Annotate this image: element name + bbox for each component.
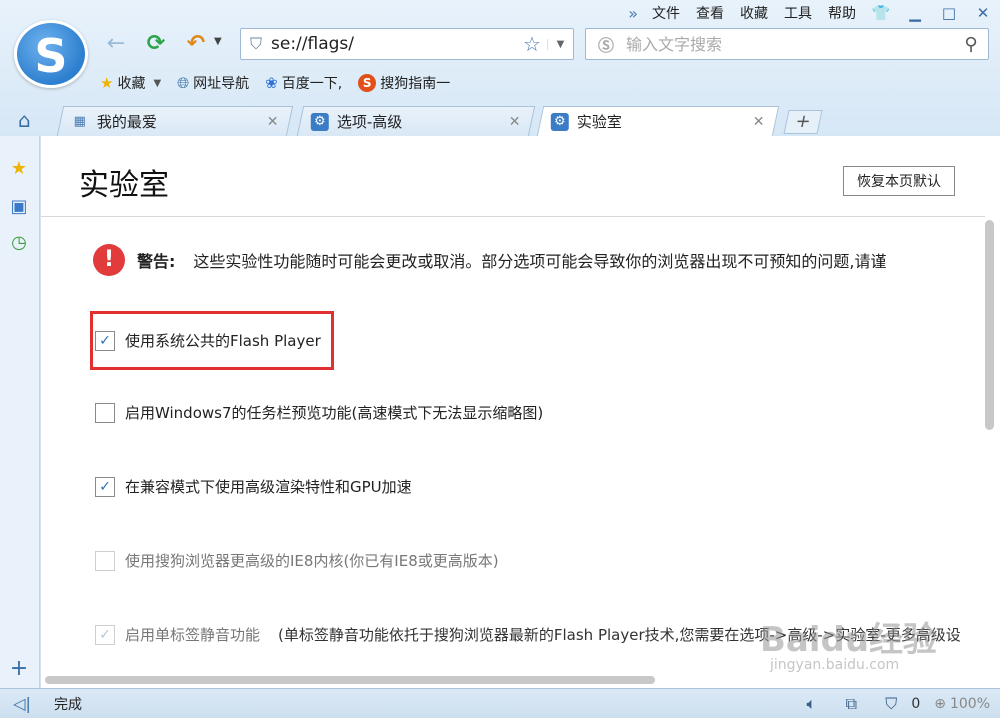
collapse-sidebar-icon[interactable]: ◁| xyxy=(0,694,44,713)
address-bar[interactable]: ⛉ se://flags/ ☆ ▼ xyxy=(240,28,574,60)
sogou-icon: S xyxy=(358,74,377,92)
checkbox[interactable] xyxy=(95,476,115,497)
divider xyxy=(41,216,985,217)
horizontal-scrollbar[interactable] xyxy=(45,676,655,684)
gear-icon: ⚙ xyxy=(310,112,329,131)
option-label: 启用Windows7的任务栏预览功能(高速模式下无法显示缩略图) xyxy=(125,404,544,422)
tab-label: 我的最爱 xyxy=(96,113,157,131)
checkbox xyxy=(95,624,115,645)
tab-favorites[interactable]: ▦ 我的最爱 ✕ xyxy=(56,106,294,136)
maximize-icon[interactable]: □ xyxy=(932,4,966,22)
address-dropdown-icon[interactable]: ▼ xyxy=(547,38,573,50)
search-icon[interactable]: ⚲ xyxy=(954,34,988,55)
bookmark-label: 网址导航 xyxy=(193,76,250,92)
toolbox-icon[interactable]: ⧉ xyxy=(831,694,871,714)
menu-tools[interactable]: 工具 xyxy=(776,3,820,23)
history-clock-icon[interactable]: ◷ xyxy=(8,232,30,254)
close-icon[interactable]: ✕ xyxy=(753,114,765,130)
bookmark-label: 收藏 xyxy=(117,76,146,92)
reset-defaults-button[interactable]: 恢复本页默认 xyxy=(843,166,955,196)
zoom-level: 100% xyxy=(949,695,990,712)
baidu-paw-icon: ❀ xyxy=(265,74,278,92)
bookmark-label: 搜狗指南一 xyxy=(380,76,451,92)
add-sidebar-icon[interactable]: + xyxy=(8,658,30,680)
grid-icon: ▦ xyxy=(73,113,87,129)
star-icon: ★ xyxy=(100,74,114,92)
warning-banner: ! 警告: 这些实验性功能随时可能会更改或取消。部分选项可能会导致你的浏览器出现… xyxy=(93,244,887,276)
menubar: » 文件 查看 收藏 工具 帮助 👕 ▁ □ ✕ xyxy=(622,0,1000,26)
skin-icon[interactable]: 👕 xyxy=(864,4,898,22)
close-icon[interactable]: ✕ xyxy=(966,4,1000,22)
globe-icon: 🌐︎ xyxy=(177,74,190,92)
status-tools: 🔈︎ ⧉ ⛉ 0 ⊕ 100% xyxy=(791,694,1000,714)
star-icon[interactable]: ☆ xyxy=(517,32,547,56)
menu-help[interactable]: 帮助 xyxy=(820,3,864,23)
close-icon[interactable]: ✕ xyxy=(267,114,279,130)
warning-label: 警告: xyxy=(137,252,176,271)
bookmark-nav[interactable]: 🌐︎ 网址导航 xyxy=(177,73,249,93)
status-bar: ◁| 完成 🔈︎ ⧉ ⛉ 0 ⊕ 100% xyxy=(0,688,1000,718)
speaker-icon[interactable]: 🔈︎ xyxy=(791,694,831,714)
sidebar: ★ ▣ ◷ + xyxy=(0,136,40,688)
browser-chrome: S » 文件 查看 收藏 工具 帮助 👕 ▁ □ ✕ ← ⟳ ↶ ▼ ⛉ se:… xyxy=(0,0,1000,136)
option-gpu-acceleration[interactable]: 在兼容模式下使用高级渲染特性和GPU加速 xyxy=(95,476,412,497)
menu-view[interactable]: 查看 xyxy=(688,3,732,23)
new-tab-button[interactable]: + xyxy=(783,110,823,134)
back-arrow-icon[interactable]: ← xyxy=(102,30,130,58)
checkbox[interactable] xyxy=(95,402,115,423)
bookmark-label: 百度一下, xyxy=(281,76,343,92)
warning-icon: ! xyxy=(93,244,125,276)
tablet-icon[interactable]: ▣ xyxy=(8,196,30,218)
ad-block-icon[interactable]: ⛉ xyxy=(871,694,911,714)
home-icon[interactable]: ⌂ xyxy=(18,108,31,132)
bookmark-favorites[interactable]: ★ 收藏 xyxy=(100,73,145,93)
tab-strip: ⌂ ▦ 我的最爱 ✕ ⚙ 选项-高级 ✕ ⚙ 实验室 ✕ + xyxy=(0,104,1000,136)
page-content: 实验室 恢复本页默认 ! 警告: 这些实验性功能随时可能会更改或取消。部分选项可… xyxy=(41,136,1000,688)
tab-label: 实验室 xyxy=(576,113,622,131)
favorites-star-icon[interactable]: ★ xyxy=(8,158,30,180)
option-label: 启用单标签静音功能 xyxy=(125,626,261,644)
bookmark-sogou-guide[interactable]: S 搜狗指南一 xyxy=(358,73,450,93)
option-ie8-kernel: 使用搜狗浏览器更高级的IE8内核(你已有IE8或更高版本) xyxy=(95,550,499,571)
zoom-control[interactable]: ⊕ 100% xyxy=(934,696,990,712)
gear-icon: ⚙ xyxy=(550,112,569,131)
minimize-icon[interactable]: ▁ xyxy=(898,4,932,22)
status-text: 完成 xyxy=(54,696,82,713)
undo-dropdown-icon[interactable]: ▼ xyxy=(214,36,222,47)
tab-options-advanced[interactable]: ⚙ 选项-高级 ✕ xyxy=(296,106,536,136)
tab-label: 选项-高级 xyxy=(336,113,403,131)
page-title: 实验室 xyxy=(79,168,169,203)
vertical-scrollbar[interactable] xyxy=(985,220,994,430)
favorites-dropdown-icon[interactable]: ▼ xyxy=(153,78,161,89)
refresh-icon[interactable]: ⟳ xyxy=(142,30,170,58)
tab-lab[interactable]: ⚙ 实验室 ✕ xyxy=(536,106,780,136)
sogou-browser-logo[interactable]: S xyxy=(14,20,88,88)
ad-block-count: 0 xyxy=(911,695,921,712)
search-input[interactable] xyxy=(626,34,954,54)
bookmark-baidu[interactable]: ❀ 百度一下, xyxy=(265,73,342,93)
checkbox xyxy=(95,550,115,571)
menu-file[interactable]: 文件 xyxy=(644,3,688,23)
option-label: 在兼容模式下使用高级渲染特性和GPU加速 xyxy=(125,478,412,496)
sogou-search-icon[interactable]: Ⓢ xyxy=(586,32,626,56)
double-chevron-right-icon[interactable]: » xyxy=(622,4,644,23)
logo-glyph: S xyxy=(34,29,68,83)
address-url[interactable]: se://flags/ xyxy=(271,34,517,54)
shield-icon: ⛉ xyxy=(249,34,262,53)
option-label: 使用搜狗浏览器更高级的IE8内核(你已有IE8或更高版本) xyxy=(125,552,499,570)
plus-icon: + xyxy=(793,111,813,132)
menu-favorites[interactable]: 收藏 xyxy=(732,3,776,23)
undo-icon[interactable]: ↶ xyxy=(182,30,210,58)
zoom-icon: ⊕ xyxy=(934,695,946,712)
search-box[interactable]: Ⓢ ⚲ xyxy=(585,28,989,60)
highlight-box xyxy=(90,311,334,370)
bookmarks-bar: ★ 收藏 ▼ 🌐︎ 网址导航 ❀ 百度一下, S 搜狗指南一 xyxy=(100,70,466,96)
warning-text: 这些实验性功能随时可能会更改或取消。部分选项可能会导致你的浏览器出现不可预知的问… xyxy=(193,252,887,271)
watermark-main: Baidu经验 xyxy=(760,620,938,660)
baidu-watermark: Baidu经验 jingyan.baidu.com xyxy=(760,612,937,673)
option-win7-taskbar-preview[interactable]: 启用Windows7的任务栏预览功能(高速模式下无法显示缩略图) xyxy=(95,402,543,423)
close-icon[interactable]: ✕ xyxy=(509,114,521,130)
